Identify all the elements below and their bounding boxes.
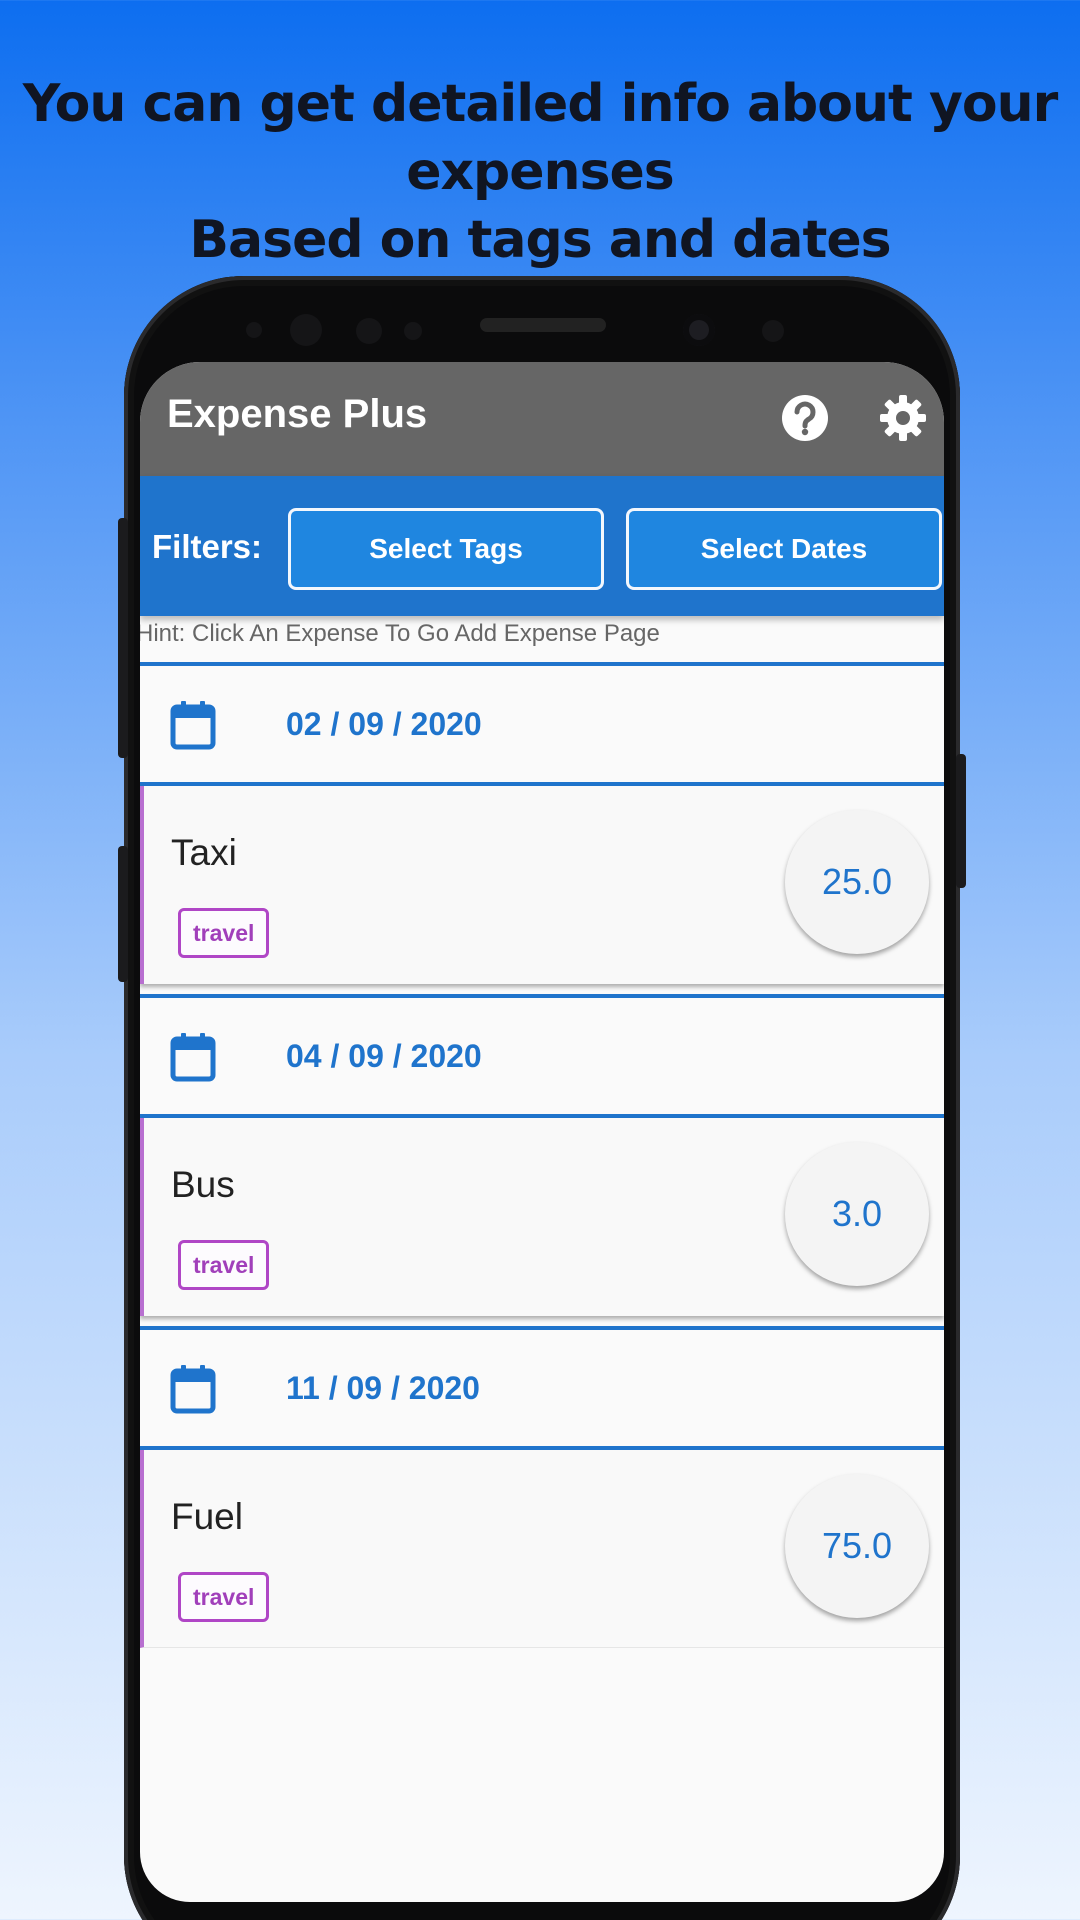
- app-title: Expense Plus: [167, 392, 428, 436]
- phone-sensor: [356, 318, 382, 344]
- calendar-icon: [170, 701, 216, 750]
- app-bar: Expense Plus: [140, 362, 944, 476]
- calendar-icon: [170, 1033, 216, 1082]
- promo-text: You can get detailed info about your exp…: [0, 70, 1080, 274]
- calendar-icon: [170, 1365, 216, 1414]
- expense-amount: 75.0: [785, 1474, 929, 1618]
- expense-amount: 3.0: [785, 1142, 929, 1286]
- date-text: 04 / 09 / 2020: [286, 1038, 482, 1074]
- date-header: 04 / 09 / 2020: [140, 994, 944, 1118]
- expense-amount: 25.0: [785, 810, 929, 954]
- phone-speaker: [480, 318, 606, 332]
- phone-sensor: [762, 320, 784, 342]
- date-text: 11 / 09 / 2020: [286, 1370, 480, 1406]
- gear-icon[interactable]: [878, 393, 928, 443]
- phone-side-button: [118, 518, 128, 758]
- phone-side-button: [956, 754, 966, 888]
- help-circle-icon[interactable]: [780, 393, 830, 443]
- expense-item[interactable]: Bus travel 3.0: [140, 1118, 944, 1316]
- expense-list: 02 / 09 / 2020 Taxi travel 25.0 04 / 09 …: [140, 662, 944, 1648]
- phone-side-button: [118, 846, 128, 982]
- date-text: 02 / 09 / 2020: [286, 706, 482, 742]
- phone-sensor: [404, 322, 422, 340]
- date-header: 02 / 09 / 2020: [140, 662, 944, 786]
- app-screen: Expense Plus Filters: Select Tags Select…: [140, 362, 944, 1902]
- select-dates-button[interactable]: Select Dates: [626, 508, 942, 590]
- expense-name: Bus: [171, 1164, 235, 1205]
- hint-text: Hint: Click An Expense To Go Add Expense…: [140, 620, 660, 647]
- tag-chip: travel: [178, 1572, 270, 1622]
- phone-sensor: [246, 322, 262, 338]
- select-tags-button[interactable]: Select Tags: [288, 508, 604, 590]
- phone-front-camera: [683, 314, 715, 346]
- filter-bar: Filters: Select Tags Select Dates: [140, 476, 944, 616]
- filters-label: Filters:: [152, 528, 263, 565]
- promo-line-1: You can get detailed info about your exp…: [22, 74, 1059, 202]
- tag-chip: travel: [178, 1240, 270, 1290]
- tag-chip: travel: [178, 908, 270, 958]
- expense-name: Fuel: [171, 1496, 243, 1537]
- phone-sensor: [290, 314, 322, 346]
- expense-name: Taxi: [171, 832, 237, 873]
- promo-line-2: Based on tags and dates: [189, 210, 891, 270]
- date-header: 11 / 09 / 2020: [140, 1326, 944, 1450]
- expense-item[interactable]: Fuel travel 75.0: [140, 1450, 944, 1648]
- expense-item[interactable]: Taxi travel 25.0: [140, 786, 944, 984]
